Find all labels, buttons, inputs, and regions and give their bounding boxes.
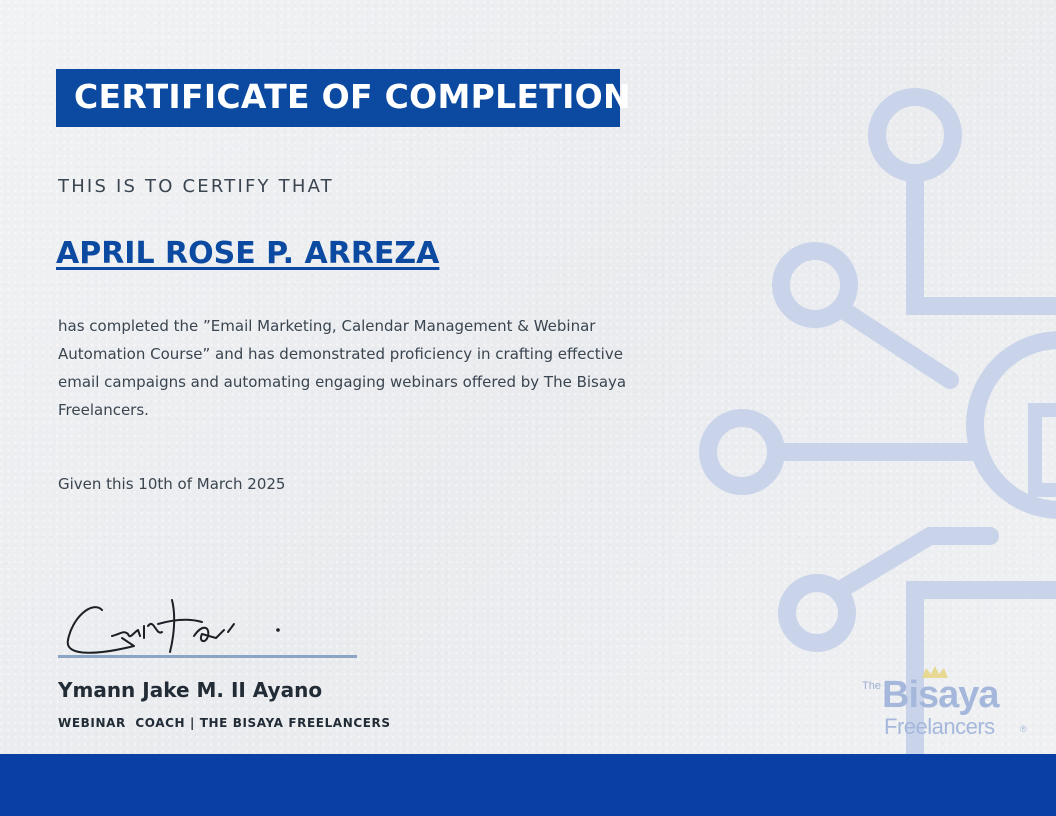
logo-registered-mark: ® bbox=[1020, 724, 1027, 734]
title-banner: CERTIFICATE OF COMPLETION bbox=[56, 69, 631, 127]
logo-prefix: The bbox=[862, 680, 881, 692]
certify-line: THIS IS TO CERTIFY THAT bbox=[58, 176, 334, 197]
signatory-name: Ymann Jake M. II Ayano bbox=[58, 678, 323, 702]
completion-statement: has completed the ”Email Marketing, Cale… bbox=[58, 317, 627, 419]
circuit-graphic bbox=[699, 88, 1056, 760]
footer-bar bbox=[0, 754, 1056, 816]
signature-line bbox=[58, 655, 357, 658]
logo-sub-text: Freelancers bbox=[884, 714, 995, 739]
logo-main-text: Bisaya bbox=[882, 674, 1000, 716]
bisaya-freelancers-logo: The Bisaya Freelancers ® bbox=[858, 664, 1038, 744]
certificate-title: CERTIFICATE OF COMPLETION bbox=[74, 77, 631, 116]
signatory-role: WEBINAR COACH | THE BISAYA FREELANCERS bbox=[58, 716, 391, 730]
issue-date: Given this 10th of March 2025 bbox=[58, 475, 286, 493]
recipient-name: APRIL ROSE P. ARREZA bbox=[56, 236, 440, 271]
